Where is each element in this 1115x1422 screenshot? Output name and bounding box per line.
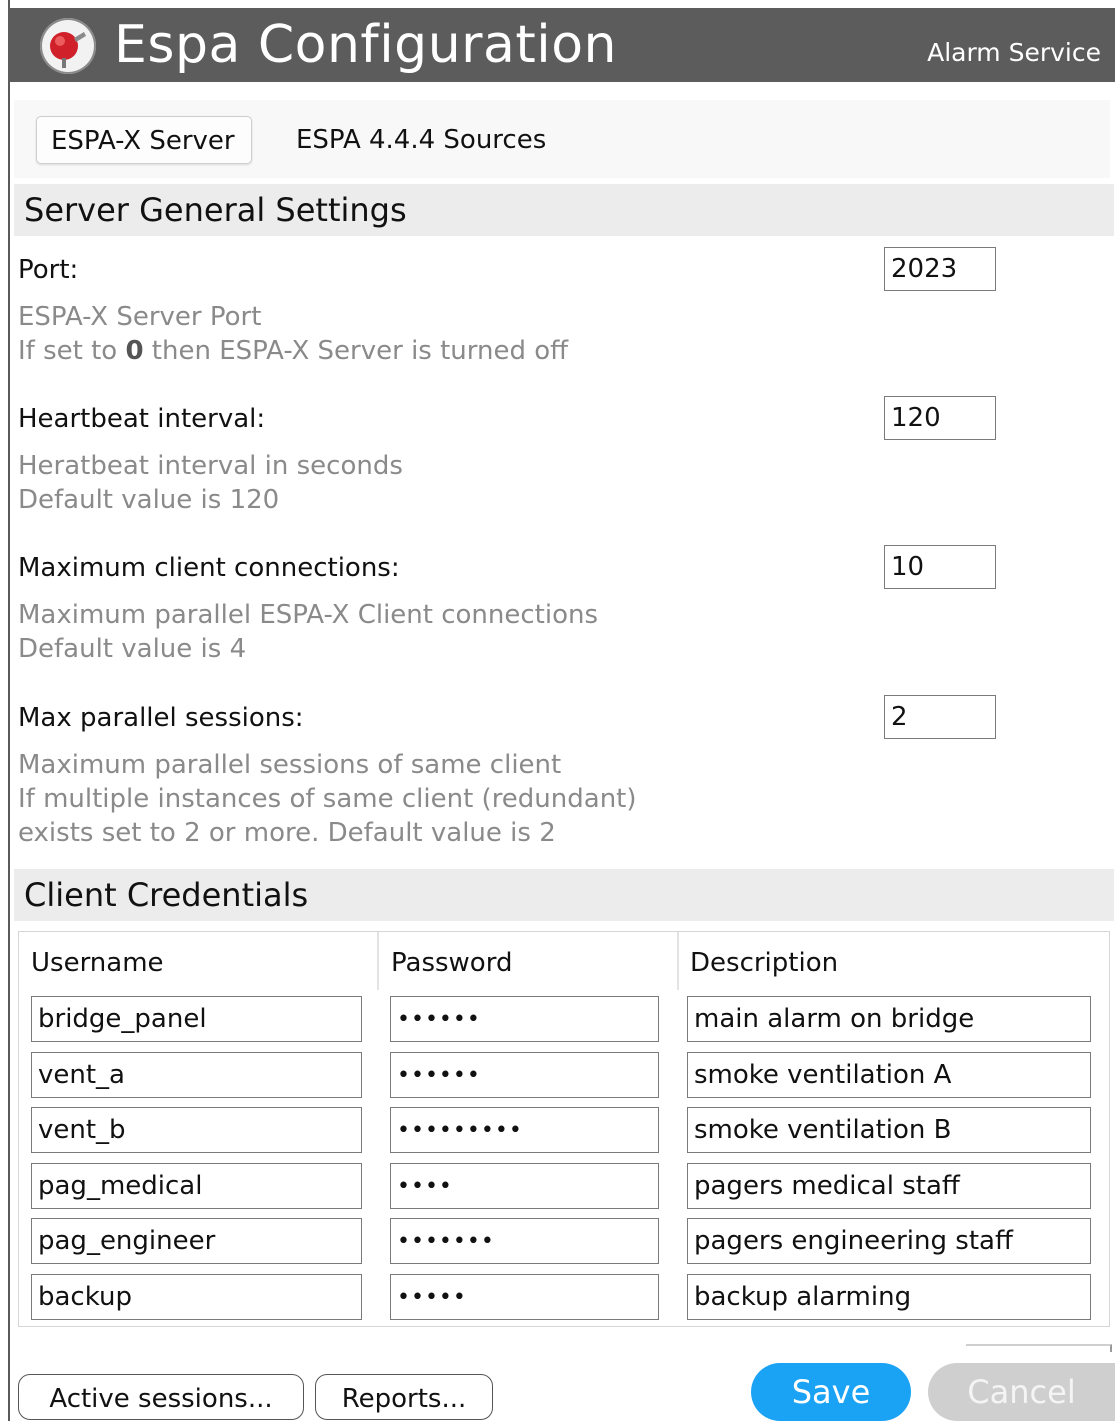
app-subtitle: Alarm Service <box>927 38 1101 67</box>
port-hint-line1: ESPA-X Server Port <box>18 302 262 332</box>
password-field[interactable] <box>390 1274 659 1320</box>
port-label: Port: <box>18 255 79 285</box>
column-header-username: Username <box>31 948 164 978</box>
alarm-bell-icon <box>40 18 96 74</box>
heartbeat-label: Heartbeat interval: <box>18 404 266 434</box>
password-field[interactable] <box>390 1163 659 1209</box>
column-header-password: Password <box>391 948 513 978</box>
username-field[interactable] <box>31 996 362 1042</box>
column-separator <box>377 932 379 990</box>
heartbeat-input[interactable] <box>884 396 996 440</box>
description-field[interactable] <box>687 1274 1091 1320</box>
description-field[interactable] <box>687 996 1091 1042</box>
tab-bar: ESPA-X Server ESPA 4.4.4 Sources <box>14 100 1110 178</box>
username-field[interactable] <box>31 1107 362 1153</box>
port-hint-pre: If set to <box>18 336 126 366</box>
username-field[interactable] <box>31 1274 362 1320</box>
heartbeat-hint-line2: Default value is 120 <box>18 485 280 515</box>
password-field[interactable] <box>390 1052 659 1098</box>
port-setting: Port: ESPA-X Server Port If set to 0 the… <box>18 254 1018 368</box>
password-field[interactable] <box>390 1218 659 1264</box>
heartbeat-setting: Heartbeat interval: Heratbeat interval i… <box>18 403 1018 517</box>
password-field[interactable] <box>390 1107 659 1153</box>
title-bar: Espa Configuration Alarm Service <box>8 8 1115 82</box>
max-sessions-setting: Max parallel sessions: Maximum parallel … <box>18 702 1018 850</box>
tab-espa-x-server[interactable]: ESPA-X Server <box>36 116 252 164</box>
password-field[interactable] <box>390 996 659 1042</box>
max-sessions-hint-line3: exists set to 2 or more. Default value i… <box>18 818 556 848</box>
description-field[interactable] <box>687 1052 1091 1098</box>
max-sessions-hint-line1: Maximum parallel sessions of same client <box>18 750 562 780</box>
column-header-description: Description <box>690 948 839 978</box>
heartbeat-hint-line1: Heratbeat interval in seconds <box>18 451 403 481</box>
credentials-heading: Client Credentials <box>14 869 1114 921</box>
scrollbar-hint <box>966 1344 1112 1352</box>
max-clients-label: Maximum client connections: <box>18 553 400 583</box>
username-field[interactable] <box>31 1052 362 1098</box>
reports-button[interactable]: Reports... <box>315 1374 493 1420</box>
max-sessions-hint: Maximum parallel sessions of same client… <box>18 748 1018 850</box>
description-field[interactable] <box>687 1218 1091 1264</box>
app-title: Espa Configuration <box>114 15 617 75</box>
cancel-button[interactable]: Cancel <box>928 1363 1115 1421</box>
heartbeat-hint: Heratbeat interval in seconds Default va… <box>18 449 1018 517</box>
max-clients-hint-line2: Default value is 4 <box>18 634 247 664</box>
max-clients-input[interactable] <box>884 545 996 589</box>
max-sessions-input[interactable] <box>884 695 996 739</box>
max-clients-hint-line1: Maximum parallel ESPA-X Client connectio… <box>18 600 599 630</box>
username-field[interactable] <box>31 1163 362 1209</box>
port-hint-post: then ESPA-X Server is turned off <box>143 336 569 366</box>
max-sessions-label: Max parallel sessions: <box>18 703 304 733</box>
max-clients-setting: Maximum client connections: Maximum para… <box>18 552 1018 666</box>
port-hint-bold: 0 <box>125 336 144 366</box>
port-hint: ESPA-X Server Port If set to 0 then ESPA… <box>18 300 1018 368</box>
description-field[interactable] <box>687 1163 1091 1209</box>
tab-espa-444-sources[interactable]: ESPA 4.4.4 Sources <box>282 116 560 164</box>
description-field[interactable] <box>687 1107 1091 1153</box>
max-sessions-hint-line2: If multiple instances of same client (re… <box>18 784 637 814</box>
port-input[interactable] <box>884 247 996 291</box>
active-sessions-button[interactable]: Active sessions... <box>18 1374 304 1420</box>
port-hint-line2: If set to 0 then ESPA-X Server is turned… <box>18 334 1018 368</box>
server-settings-heading: Server General Settings <box>14 184 1114 236</box>
username-field[interactable] <box>31 1218 362 1264</box>
save-button[interactable]: Save <box>751 1363 911 1421</box>
max-clients-hint: Maximum parallel ESPA-X Client connectio… <box>18 598 1018 666</box>
column-separator <box>677 932 679 990</box>
